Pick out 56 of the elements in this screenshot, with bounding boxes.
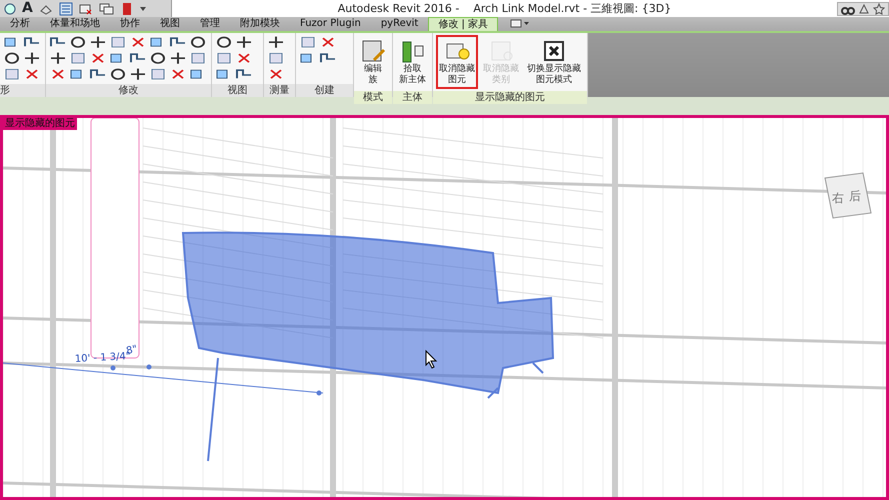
- tool-icon[interactable]: [89, 67, 107, 81]
- panel-toggle-icon[interactable]: [510, 19, 530, 29]
- panel-label: 显示隐藏的图元: [433, 91, 587, 104]
- panel-label: 测量: [264, 84, 295, 97]
- tool-icon[interactable]: [3, 51, 21, 65]
- tool-icon[interactable]: [129, 51, 147, 65]
- tool-icon[interactable]: [129, 67, 147, 81]
- dimension-text: 8": [125, 344, 138, 357]
- panel-label: 形: [0, 84, 45, 97]
- star-icon[interactable]: [873, 2, 885, 14]
- edit-family-icon: [360, 38, 386, 64]
- tool-icon[interactable]: [319, 51, 337, 65]
- close-box-icon: [541, 38, 567, 64]
- thin-lines-icon[interactable]: [58, 2, 73, 16]
- ribbon-tab[interactable]: 视图: [150, 16, 190, 31]
- ribbon-tab[interactable]: 协作: [110, 16, 150, 31]
- tool-icon[interactable]: [23, 35, 41, 49]
- tool-icon[interactable]: [235, 35, 253, 49]
- ribbon-button[interactable]: 切换显示隐藏 图元模式: [524, 35, 584, 89]
- viewcube-face-label[interactable]: 后: [849, 189, 861, 203]
- viewcube-face-label[interactable]: 右: [832, 191, 844, 205]
- tool-icon[interactable]: [69, 35, 87, 49]
- tool-icon[interactable]: [189, 35, 207, 49]
- panel-label: 修改: [46, 84, 211, 97]
- panel-label: 模式: [354, 91, 392, 104]
- ribbon-tab[interactable]: 分析: [0, 16, 40, 31]
- tool-icon[interactable]: [267, 35, 285, 49]
- tool-icon[interactable]: [109, 67, 127, 81]
- viewcube[interactable]: [824, 172, 872, 219]
- switch-windows-icon[interactable]: [98, 2, 115, 14]
- ribbon-tab[interactable]: 附加模块: [230, 16, 290, 31]
- ribbon-tab[interactable]: 管理: [190, 16, 230, 31]
- panel-label: 视图: [212, 84, 263, 97]
- 3d-view-icon[interactable]: [38, 2, 53, 14]
- text-tool-icon[interactable]: A: [22, 0, 33, 17]
- close-hidden-icon[interactable]: [78, 2, 93, 14]
- tool-icon[interactable]: [215, 35, 233, 49]
- ribbon-tab[interactable]: Fuzor Plugin: [290, 16, 371, 31]
- panel-label: 主体: [393, 91, 432, 104]
- caret-icon[interactable]: [138, 4, 147, 12]
- tool-icon[interactable]: [169, 35, 187, 49]
- tool-icon[interactable]: [89, 35, 107, 49]
- tool-icon[interactable]: [23, 51, 41, 65]
- cursor-icon: [426, 350, 438, 369]
- ribbon-button[interactable]: 取消隐藏 图元: [436, 35, 478, 89]
- view-mode-label: 显示隐藏的图元: [3, 118, 77, 130]
- ribbon-tab[interactable]: 体量和场地: [40, 16, 110, 31]
- tool-icon[interactable]: [149, 51, 167, 65]
- tool-icon[interactable]: [49, 51, 67, 65]
- tool-icon[interactable]: [235, 67, 253, 81]
- tool-icon[interactable]: [49, 35, 67, 49]
- tool-icon[interactable]: [169, 51, 187, 65]
- window-title: Autodesk Revit 2016 - Arch Link Model.rvt - 三維視圖: {3D}: [336, 1, 672, 17]
- panel-label: 创建: [296, 84, 353, 97]
- ribbon-tab[interactable]: 修改 | 家具: [428, 17, 498, 31]
- ribbon-tab[interactable]: pyRevit: [370, 16, 428, 31]
